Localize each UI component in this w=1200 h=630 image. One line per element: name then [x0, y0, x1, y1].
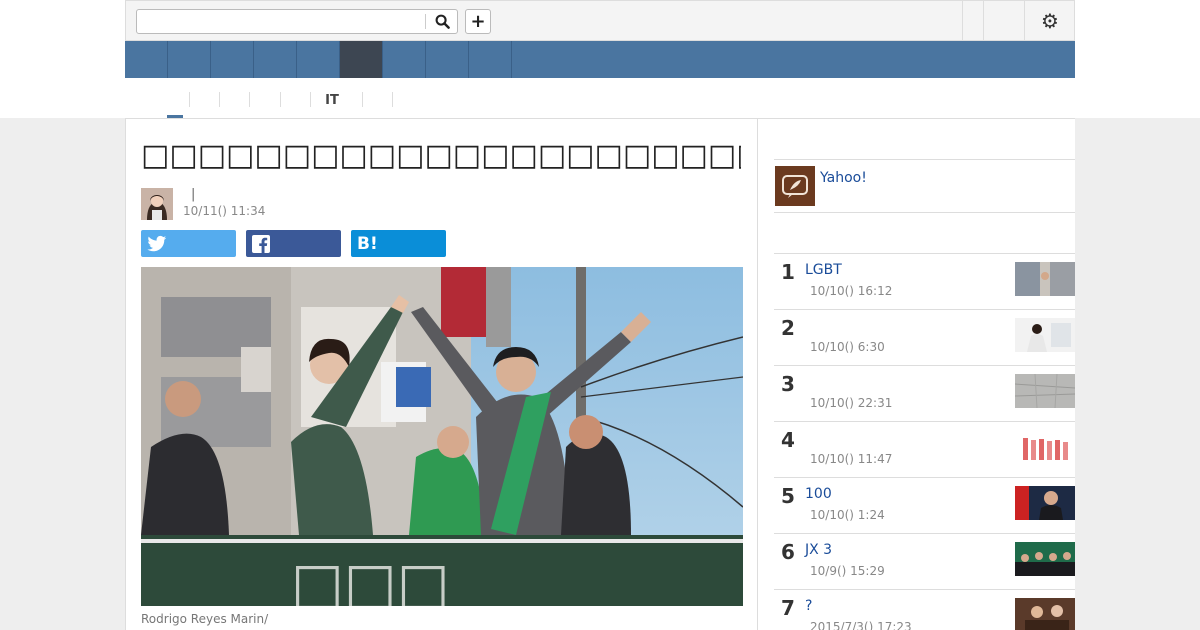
category-subnav: IT	[125, 78, 1075, 119]
category-item[interactable]	[221, 91, 249, 109]
rank-time: 10/10() 11:47	[810, 452, 893, 466]
rank-title[interactable]: JX 3	[805, 542, 832, 558]
nav-item[interactable]	[211, 41, 254, 78]
category-item[interactable]	[191, 91, 219, 109]
search-icon	[435, 14, 450, 29]
article-title: □□□□□□□□□□□□□□□□□□□□□□□□□□□□□□	[141, 138, 741, 173]
thumbnail-image	[1015, 430, 1075, 464]
settings-button[interactable]: ⚙	[1026, 1, 1074, 41]
category-item-it[interactable]: IT	[312, 91, 352, 109]
nav-item-active[interactable]	[340, 41, 383, 78]
rank-number: 7	[781, 596, 795, 620]
header-divider	[983, 1, 984, 41]
category-divider	[392, 92, 393, 107]
search-box	[136, 9, 458, 34]
search-button[interactable]	[429, 11, 455, 32]
ranking-item[interactable]: 3 10/10() 22:31	[774, 365, 1075, 421]
author-separator: |	[191, 187, 196, 202]
category-divider	[249, 92, 250, 107]
rank-time: 10/10() 16:12	[810, 284, 893, 298]
rank-title[interactable]: ?	[805, 598, 812, 614]
rank-time: 10/10() 1:24	[810, 508, 885, 522]
twitter-icon	[147, 235, 167, 251]
image-caption: Rodrigo Reyes Marin/	[141, 612, 269, 626]
category-divider	[219, 92, 220, 107]
rank-number: 2	[781, 316, 795, 340]
published-time: 10/11() 11:34	[183, 204, 266, 218]
category-divider	[310, 92, 311, 107]
feather-icon	[782, 175, 808, 198]
rank-thumbnail[interactable]	[1015, 318, 1075, 352]
article-panel: □□□□□□□□□□□□□□□□□□□□□□□□□□□□□□ | 10/11()…	[125, 118, 758, 630]
rank-thumbnail[interactable]	[1015, 430, 1075, 464]
category-item[interactable]	[161, 91, 189, 109]
header-divider	[1024, 1, 1025, 41]
search-divider	[425, 14, 426, 29]
svg-text:□□□: □□□	[291, 551, 450, 606]
thumbnail-image	[1015, 262, 1075, 296]
add-button[interactable]: +	[465, 9, 491, 34]
gear-icon: ⚙	[1041, 9, 1059, 33]
facebook-share-button[interactable]	[246, 230, 341, 257]
nav-item[interactable]	[297, 41, 340, 78]
category-divider	[280, 92, 281, 107]
site-header: + ⚙	[125, 0, 1075, 41]
facebook-icon	[252, 234, 270, 253]
rank-number: 1	[781, 260, 795, 284]
nav-item[interactable]	[168, 41, 211, 78]
header-divider	[962, 1, 963, 41]
author-avatar[interactable]	[141, 188, 173, 220]
sidebar-divider	[774, 159, 1075, 160]
sidebar: Yahoo! 1 LGBT 10/10() 16:12 2 10/10() 6:…	[758, 118, 1075, 630]
author-photo	[141, 188, 173, 220]
category-item[interactable]	[364, 91, 392, 109]
ranking-item[interactable]: 2 10/10() 6:30	[774, 309, 1075, 365]
nav-item[interactable]	[254, 41, 297, 78]
thumbnail-image	[1015, 542, 1075, 576]
rank-title[interactable]: LGBT	[805, 262, 842, 278]
nav-item[interactable]	[426, 41, 469, 78]
thumbnail-image	[1015, 374, 1075, 408]
rank-number: 4	[781, 428, 795, 452]
twitter-share-button[interactable]	[141, 230, 236, 257]
rank-thumbnail[interactable]	[1015, 262, 1075, 296]
category-item[interactable]	[282, 91, 310, 109]
thumbnail-image	[1015, 598, 1075, 630]
article-image: □□□	[141, 267, 743, 606]
rank-thumbnail[interactable]	[1015, 542, 1075, 576]
ranking-item[interactable]: 1 LGBT 10/10() 16:12	[774, 253, 1075, 309]
campaign-photo: □□□	[141, 267, 743, 606]
nav-item[interactable]	[469, 41, 512, 78]
rank-time: 10/10() 6:30	[810, 340, 885, 354]
rank-time: 10/10() 22:31	[810, 396, 893, 410]
rank-time: 10/9() 15:29	[810, 564, 885, 578]
yahoo-link[interactable]: Yahoo!	[820, 170, 867, 186]
yahoo-news-icon[interactable]	[775, 166, 815, 206]
ranking-item[interactable]: 4 10/10() 11:47	[774, 421, 1075, 477]
nav-item[interactable]	[125, 41, 168, 78]
ranking-item[interactable]: 5 100 10/10() 1:24	[774, 477, 1075, 533]
sidebar-divider	[774, 212, 1075, 213]
rank-thumbnail[interactable]	[1015, 374, 1075, 408]
nav-item[interactable]	[383, 41, 426, 78]
main-navigation	[125, 41, 1075, 78]
rank-number: 5	[781, 484, 795, 508]
search-input[interactable]	[137, 10, 425, 33]
rank-thumbnail[interactable]	[1015, 598, 1075, 630]
category-item[interactable]	[251, 91, 279, 109]
rank-title[interactable]: 100	[805, 486, 832, 502]
thumbnail-image	[1015, 486, 1075, 520]
category-divider	[362, 92, 363, 107]
ranking-item[interactable]: 6 JX 3 10/9() 15:29	[774, 533, 1075, 589]
ranking-item[interactable]: 7 ? 2015/7/3() 17:23	[774, 589, 1075, 630]
category-divider	[189, 92, 190, 107]
rank-time: 2015/7/3() 17:23	[810, 620, 912, 630]
thumbnail-image	[1015, 318, 1075, 352]
hatena-bookmark-button[interactable]: B!	[351, 230, 446, 257]
rank-number: 3	[781, 372, 795, 396]
rank-thumbnail[interactable]	[1015, 486, 1075, 520]
rank-number: 6	[781, 540, 795, 564]
hatena-icon: B!	[357, 233, 378, 254]
